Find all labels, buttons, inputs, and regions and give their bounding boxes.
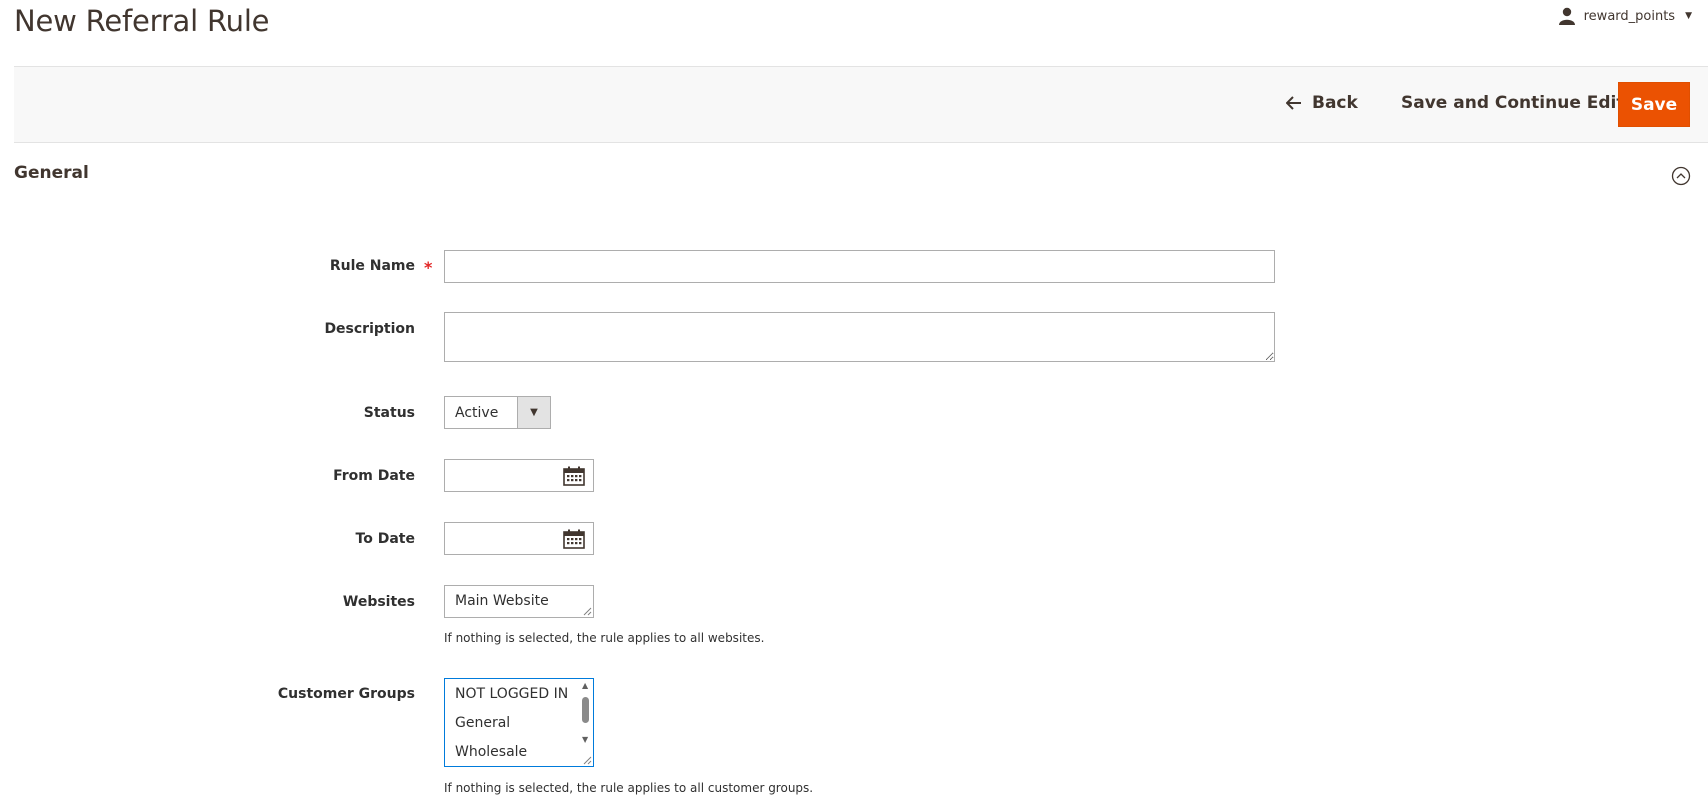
required-indicator: * bbox=[424, 258, 433, 277]
status-select[interactable]: Active ▼ bbox=[444, 396, 551, 429]
to-date-label: To Date bbox=[355, 531, 415, 547]
user-account-menu[interactable]: reward_points ▼ bbox=[1558, 7, 1692, 25]
resize-grip-icon[interactable] bbox=[583, 607, 592, 616]
from-date-label: From Date bbox=[333, 468, 415, 484]
user-name: reward_points bbox=[1583, 8, 1676, 24]
calendar-icon[interactable] bbox=[563, 529, 585, 549]
description-label: Description bbox=[324, 321, 415, 337]
collapse-icon[interactable] bbox=[1671, 166, 1691, 186]
customer-group-option[interactable]: General bbox=[445, 709, 593, 738]
chevron-down-icon: ▼ bbox=[517, 397, 550, 428]
scroll-up-arrow-icon[interactable]: ▲ bbox=[582, 681, 588, 690]
page-actions-bar: Back Save and Continue Edit Save bbox=[14, 66, 1708, 143]
back-button[interactable]: Back bbox=[1286, 93, 1358, 113]
websites-multiselect[interactable]: Main Website bbox=[444, 585, 594, 618]
scroll-thumb[interactable] bbox=[582, 697, 589, 723]
websites-note: If nothing is selected, the rule applies… bbox=[444, 631, 765, 645]
customer-groups-note: If nothing is selected, the rule applies… bbox=[444, 781, 814, 795]
from-date-input[interactable] bbox=[444, 459, 594, 492]
status-select-value: Active bbox=[455, 404, 499, 421]
customer-group-option[interactable]: Wholesale bbox=[445, 738, 593, 767]
resize-grip-icon[interactable] bbox=[583, 756, 592, 765]
arrow-left-icon bbox=[1286, 96, 1301, 110]
section-title-general[interactable]: General bbox=[14, 163, 89, 183]
back-button-label: Back bbox=[1312, 93, 1358, 113]
rule-name-input[interactable] bbox=[444, 250, 1275, 283]
to-date-input[interactable] bbox=[444, 522, 594, 555]
scrollbar[interactable]: ▲ ▼ bbox=[580, 681, 592, 751]
save-and-continue-button[interactable]: Save and Continue Edit bbox=[1401, 93, 1625, 113]
customer-groups-multiselect[interactable]: NOT LOGGED IN General Wholesale ▲ ▼ bbox=[444, 678, 594, 767]
description-textarea[interactable] bbox=[444, 312, 1275, 362]
customer-group-option[interactable]: NOT LOGGED IN bbox=[445, 680, 593, 709]
status-label: Status bbox=[363, 405, 415, 421]
user-icon bbox=[1558, 7, 1575, 25]
websites-label: Websites bbox=[342, 594, 415, 610]
websites-option[interactable]: Main Website bbox=[445, 587, 593, 616]
chevron-down-icon: ▼ bbox=[1685, 11, 1692, 21]
calendar-icon[interactable] bbox=[563, 466, 585, 486]
page-title: New Referral Rule bbox=[14, 4, 270, 38]
customer-groups-label: Customer Groups bbox=[277, 686, 415, 702]
rule-name-label: Rule Name bbox=[329, 258, 415, 274]
scroll-down-arrow-icon[interactable]: ▼ bbox=[582, 735, 588, 744]
save-button[interactable]: Save bbox=[1618, 82, 1690, 127]
